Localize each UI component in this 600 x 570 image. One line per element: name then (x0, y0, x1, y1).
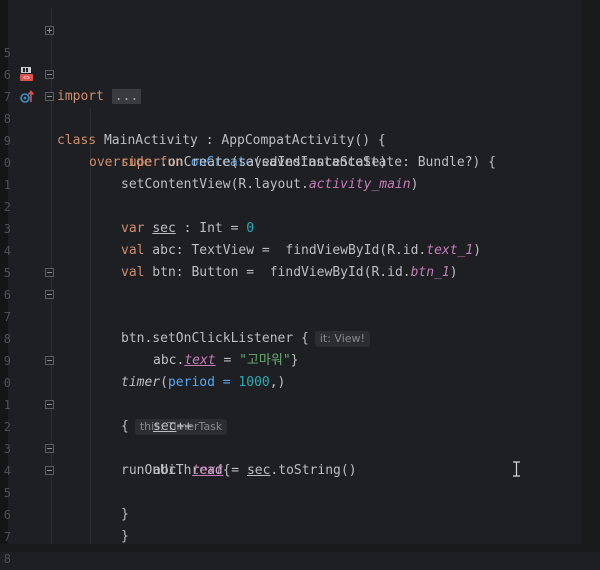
code-line[interactable]: 8 (0, 526, 574, 566)
fold-icon[interactable] (45, 92, 54, 101)
fold-icon[interactable] (45, 356, 54, 365)
code-line[interactable]: 2 runOnUiThread{ (0, 394, 574, 478)
fold-icon[interactable] (45, 268, 54, 277)
fold-icon[interactable] (45, 400, 54, 409)
code-line[interactable]: 8 override fun onCreate(savedInstanceSta… (0, 86, 574, 170)
code-line[interactable]: 5 (0, 240, 574, 280)
fold-icon[interactable] (45, 290, 54, 299)
editor-scrollbar[interactable] (582, 0, 600, 552)
line-number: 8 (3, 552, 11, 566)
code-line[interactable]: 6 (0, 482, 574, 522)
code-line[interactable]: 5 } (0, 460, 574, 544)
fold-icon[interactable] (45, 26, 54, 35)
fold-icon[interactable] (45, 70, 54, 79)
code-line[interactable]: 7 abc.text = "고마워"} (0, 284, 574, 368)
code-line[interactable]: 7 class MainActivity : AppCompatActivity… (0, 64, 574, 148)
code-line[interactable]: 3 abc. text = sec.toString() (0, 416, 574, 478)
code-line[interactable]: 1 (0, 152, 574, 192)
text-cursor-icon (513, 461, 520, 477)
code-line[interactable]: 5 import ... (0, 20, 574, 104)
code-line[interactable]: 4 val btn: Button = findViewById(R.id.bt… (0, 218, 574, 280)
fold-icon[interactable] (45, 466, 54, 475)
code-line[interactable]: 8 (0, 306, 574, 346)
code-line[interactable]: 6 (0, 42, 574, 82)
code-line[interactable]: 9 super.onCreate(savedInstanceState) (0, 108, 574, 170)
code-line[interactable]: 2 var sec : Int = 0 (0, 174, 574, 236)
code-line[interactable]: 6 btn.setOnClickListener {it: View! (0, 262, 574, 347)
code-line[interactable]: 4 } (0, 438, 574, 522)
fold-icon[interactable] (45, 444, 54, 453)
code-line[interactable]: 0 {this: TimerTask (0, 350, 574, 435)
code-line[interactable]: 1 sec++ (0, 372, 574, 434)
code-line[interactable]: 3 val abc: TextView = findViewById(R.id.… (0, 196, 574, 258)
code-line[interactable]: 7 (0, 504, 574, 544)
code-line[interactable]: 9 timer(period = 1000,) (0, 328, 574, 390)
code-line[interactable]: 0 setContentView(R.layout.activity_main) (0, 130, 574, 192)
